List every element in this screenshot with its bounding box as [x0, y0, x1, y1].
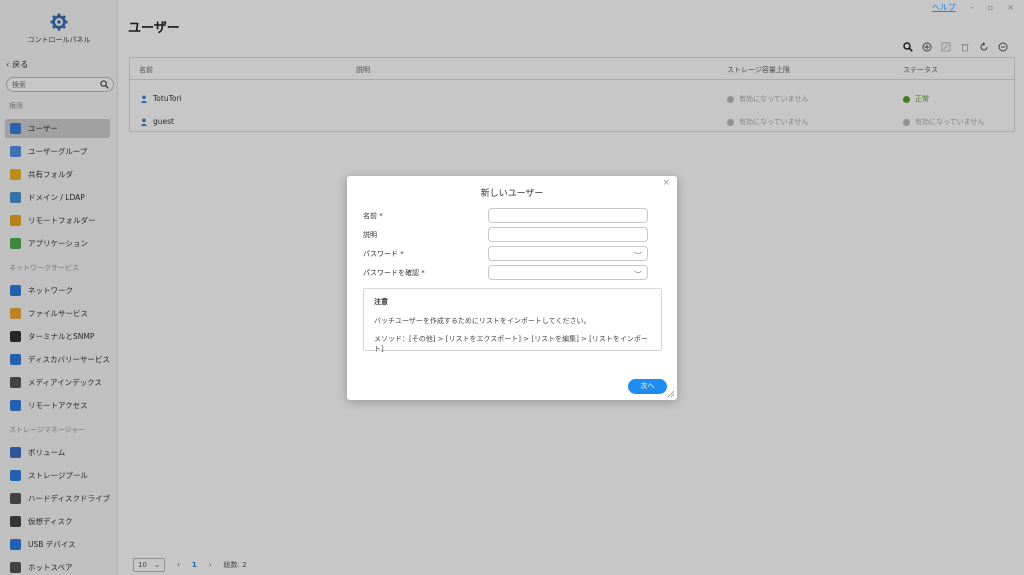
close-icon[interactable]: × — [662, 178, 670, 188]
new-user-dialog: 新しいユーザー × 名前 * 説明 パスワード * パスワードを確認 * 注意 … — [347, 176, 677, 400]
resize-handle-icon[interactable] — [667, 390, 675, 398]
confirm-password-field[interactable] — [488, 265, 648, 280]
close-window-button[interactable]: × — [1007, 3, 1014, 12]
note-title: 注意 — [374, 298, 388, 306]
help-link[interactable]: ヘルプ — [932, 2, 956, 13]
name-field[interactable] — [488, 208, 648, 223]
eye-closed-icon[interactable] — [634, 250, 642, 257]
name-label: 名前 * — [363, 212, 383, 220]
restore-button[interactable]: ▫ — [988, 3, 993, 12]
note-method: メソッド：[その他] > [リストをエクスポート] > [リストを編集] > [… — [374, 335, 648, 353]
description-field[interactable] — [488, 227, 648, 242]
confirm-password-label: パスワードを確認 * — [363, 269, 425, 277]
eye-closed-icon[interactable] — [634, 269, 642, 276]
dialog-title: 新しいユーザー — [480, 189, 544, 199]
minimize-button[interactable]: – — [970, 3, 974, 12]
note-text: バッチユーザーを作成するためにリストをインポートしてください。 — [374, 317, 591, 325]
password-label: パスワード * — [363, 250, 404, 258]
window-controls: ヘルプ – ▫ × — [932, 2, 1014, 13]
password-field[interactable] — [488, 246, 648, 261]
next-button[interactable]: 次へ — [628, 379, 667, 394]
description-label: 説明 — [363, 231, 377, 239]
note-box: 注意 バッチユーザーを作成するためにリストをインポートしてください。 メソッド：… — [363, 288, 662, 353]
